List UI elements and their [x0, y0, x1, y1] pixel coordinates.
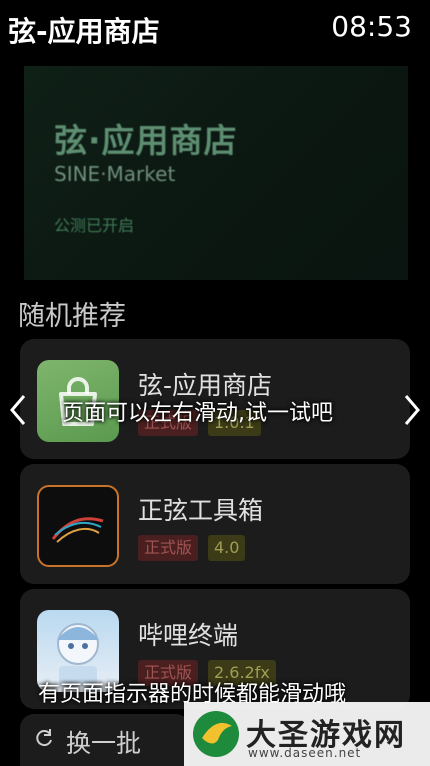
- status-bar: 弦-应用商店 08:53: [0, 0, 430, 56]
- banner-subtitle: SINE·Market: [54, 162, 176, 186]
- refresh-button[interactable]: 换一批: [20, 714, 190, 766]
- chevron-left-icon[interactable]: [6, 392, 30, 428]
- chevron-right-icon[interactable]: [400, 392, 424, 428]
- app-name: 哔哩终端: [138, 621, 239, 650]
- clock: 08:53: [331, 10, 412, 43]
- promo-banner[interactable]: 弦·应用商店 SINE·Market 公测已开启: [24, 66, 408, 280]
- watermark-url: www.daseen.net: [248, 746, 362, 760]
- sine-wave-icon: [37, 485, 119, 567]
- release-type-badge: 正式版: [138, 535, 199, 561]
- version-badge: 4.0: [208, 535, 246, 561]
- banner-note: 公测已开启: [54, 216, 135, 235]
- site-logo-icon: [193, 711, 239, 757]
- watermark: 大圣游戏网 www.daseen.net: [184, 702, 430, 766]
- swipe-hint: 页面可以左右滑动,试一试吧: [62, 401, 333, 426]
- refresh-icon: [36, 729, 52, 747]
- banner-title: 弦·应用商店: [54, 121, 238, 160]
- app-card[interactable]: 正弦工具箱 正式版 4.0: [20, 464, 410, 584]
- section-title: 随机推荐: [18, 301, 126, 332]
- refresh-label: 换一批: [66, 729, 142, 758]
- app-name: 正弦工具箱: [138, 496, 264, 525]
- app-title: 弦-应用商店: [8, 15, 160, 48]
